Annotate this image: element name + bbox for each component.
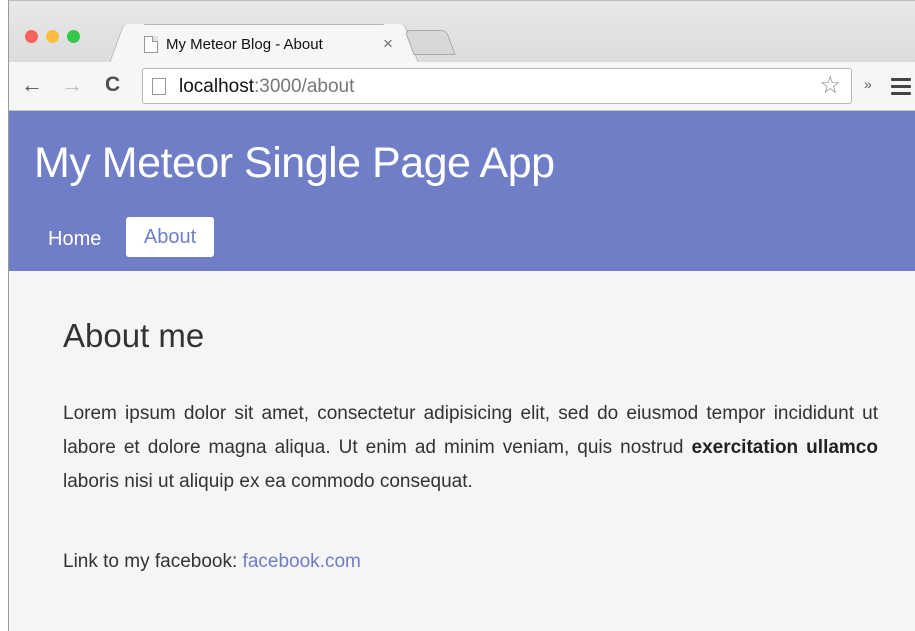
browser-toolbar: ← → C localhost:3000/about ☆ »	[9, 62, 915, 111]
back-arrow-icon[interactable]: ←	[21, 72, 43, 98]
nav-link-about[interactable]: About	[126, 217, 214, 257]
zoom-window-button[interactable]	[67, 30, 80, 43]
minimize-window-button[interactable]	[46, 30, 59, 43]
browser-window: My Meteor Blog - About × ← → C localhost…	[8, 0, 915, 631]
paragraph-bold-text: exercitation ullamco	[691, 437, 878, 458]
page-heading: About me	[63, 317, 205, 354]
url-host: localhost	[179, 76, 254, 97]
browser-menu-icon[interactable]	[891, 78, 911, 99]
site-header: My Meteor Single Page App Home About	[9, 111, 915, 271]
facebook-line: Link to my facebook: facebook.com	[63, 551, 361, 573]
paragraph-text-2: laboris nisi ut aliquip ex ea commodo co…	[63, 471, 473, 492]
new-tab-button[interactable]	[404, 30, 456, 55]
site-title: My Meteor Single Page App	[34, 139, 555, 187]
close-window-button[interactable]	[25, 30, 38, 43]
tab-title: My Meteor Blog - About	[166, 36, 323, 53]
address-bar[interactable]: localhost:3000/about ☆	[142, 68, 852, 104]
facebook-label: Link to my facebook:	[63, 551, 243, 572]
bookmark-star-icon[interactable]: ☆	[819, 71, 841, 100]
browser-tab-active[interactable]: My Meteor Blog - About ×	[127, 24, 401, 65]
reload-icon[interactable]: C	[105, 72, 120, 98]
facebook-link[interactable]: facebook.com	[243, 551, 361, 572]
nav-link-home[interactable]: Home	[48, 228, 101, 251]
tab-close-icon[interactable]: ×	[383, 34, 393, 54]
url-text[interactable]: localhost:3000/about	[179, 76, 354, 98]
about-paragraph: Lorem ipsum dolor sit amet, consectetur …	[63, 397, 878, 499]
extensions-overflow-icon[interactable]: »	[864, 76, 872, 92]
url-path: :3000/about	[254, 76, 355, 97]
page-icon	[144, 36, 158, 53]
tab-strip: My Meteor Blog - About ×	[9, 0, 915, 65]
page-icon	[152, 78, 166, 95]
forward-arrow-icon[interactable]: →	[61, 72, 83, 98]
